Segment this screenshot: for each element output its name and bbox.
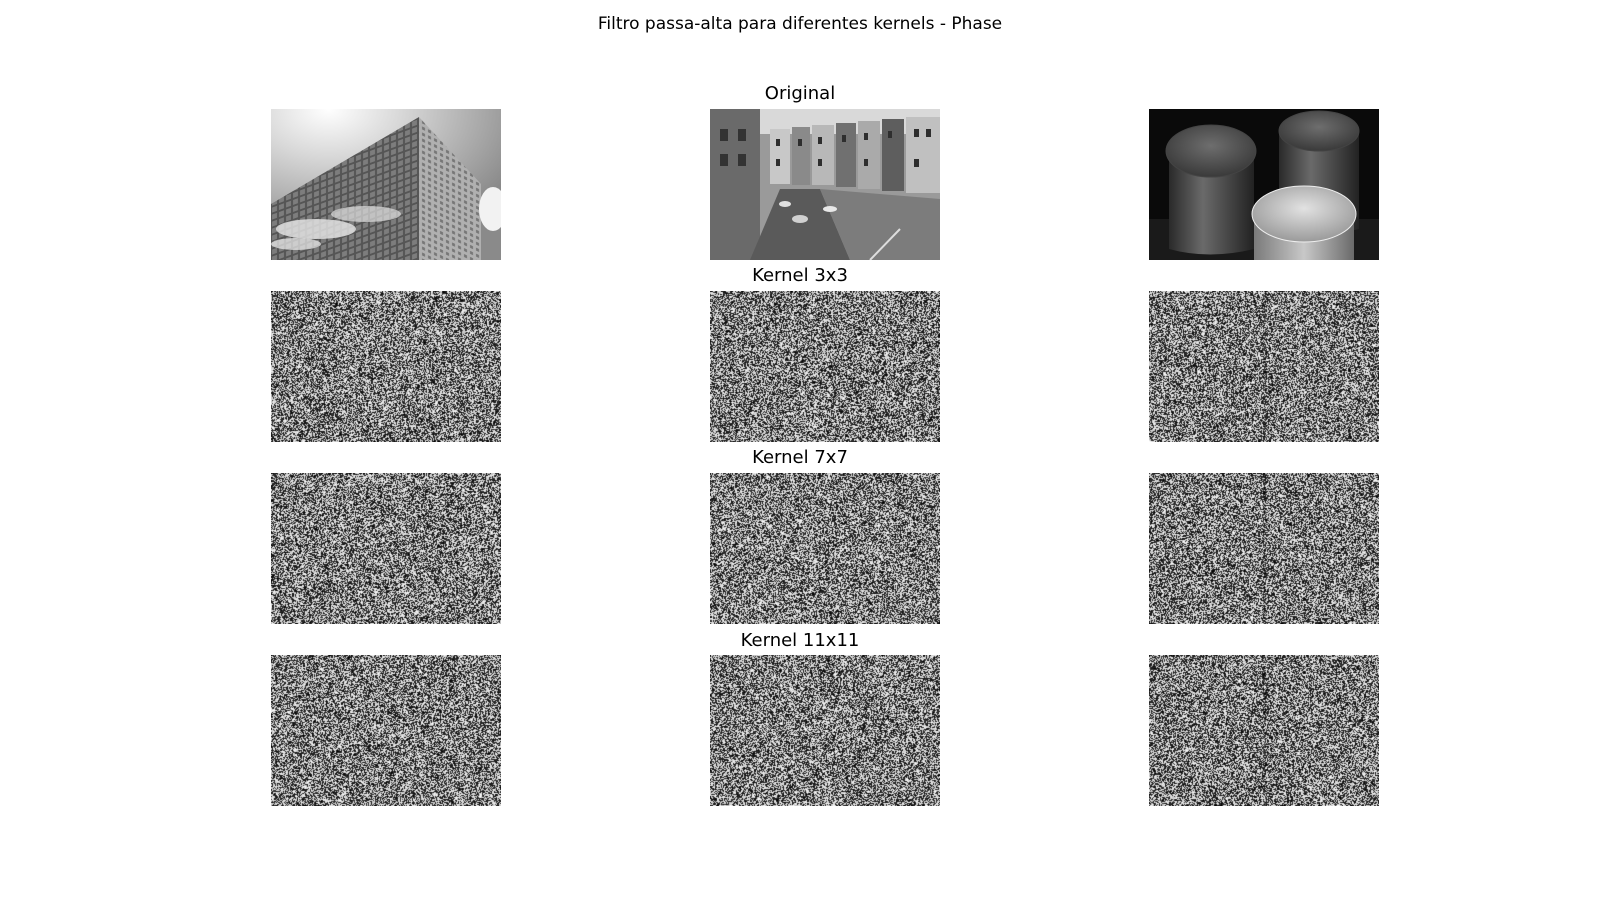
image-kernel-11x11-col3 [1149, 655, 1379, 806]
row-title-kernel-11x11: Kernel 11x11 [740, 630, 860, 651]
noise-canvas [710, 291, 940, 442]
noise-canvas [710, 655, 940, 806]
noise-canvas [271, 291, 501, 442]
row-title-kernel-7x7: Kernel 7x7 [752, 447, 848, 468]
row-title-original: Original [764, 83, 836, 104]
figure-suptitle: Filtro passa-alta para diferentes kernel… [597, 14, 1003, 34]
image-kernel-11x11-col2 [710, 655, 940, 806]
image-kernel-3x3-col3 [1149, 291, 1379, 442]
noise-canvas [271, 473, 501, 624]
noise-canvas [271, 655, 501, 806]
image-original-stools [1149, 109, 1379, 260]
row-title-kernel-3x3: Kernel 3x3 [752, 265, 848, 286]
noise-canvas [710, 473, 940, 624]
image-original-building [271, 109, 501, 260]
image-kernel-3x3-col1 [271, 291, 501, 442]
image-kernel-11x11-col1 [271, 655, 501, 806]
noise-canvas [1149, 291, 1379, 442]
image-kernel-7x7-col3 [1149, 473, 1379, 624]
noise-canvas [1149, 655, 1379, 806]
image-kernel-7x7-col2 [710, 473, 940, 624]
image-original-canal-street [710, 109, 940, 260]
image-kernel-3x3-col2 [710, 291, 940, 442]
image-kernel-7x7-col1 [271, 473, 501, 624]
noise-canvas [1149, 473, 1379, 624]
